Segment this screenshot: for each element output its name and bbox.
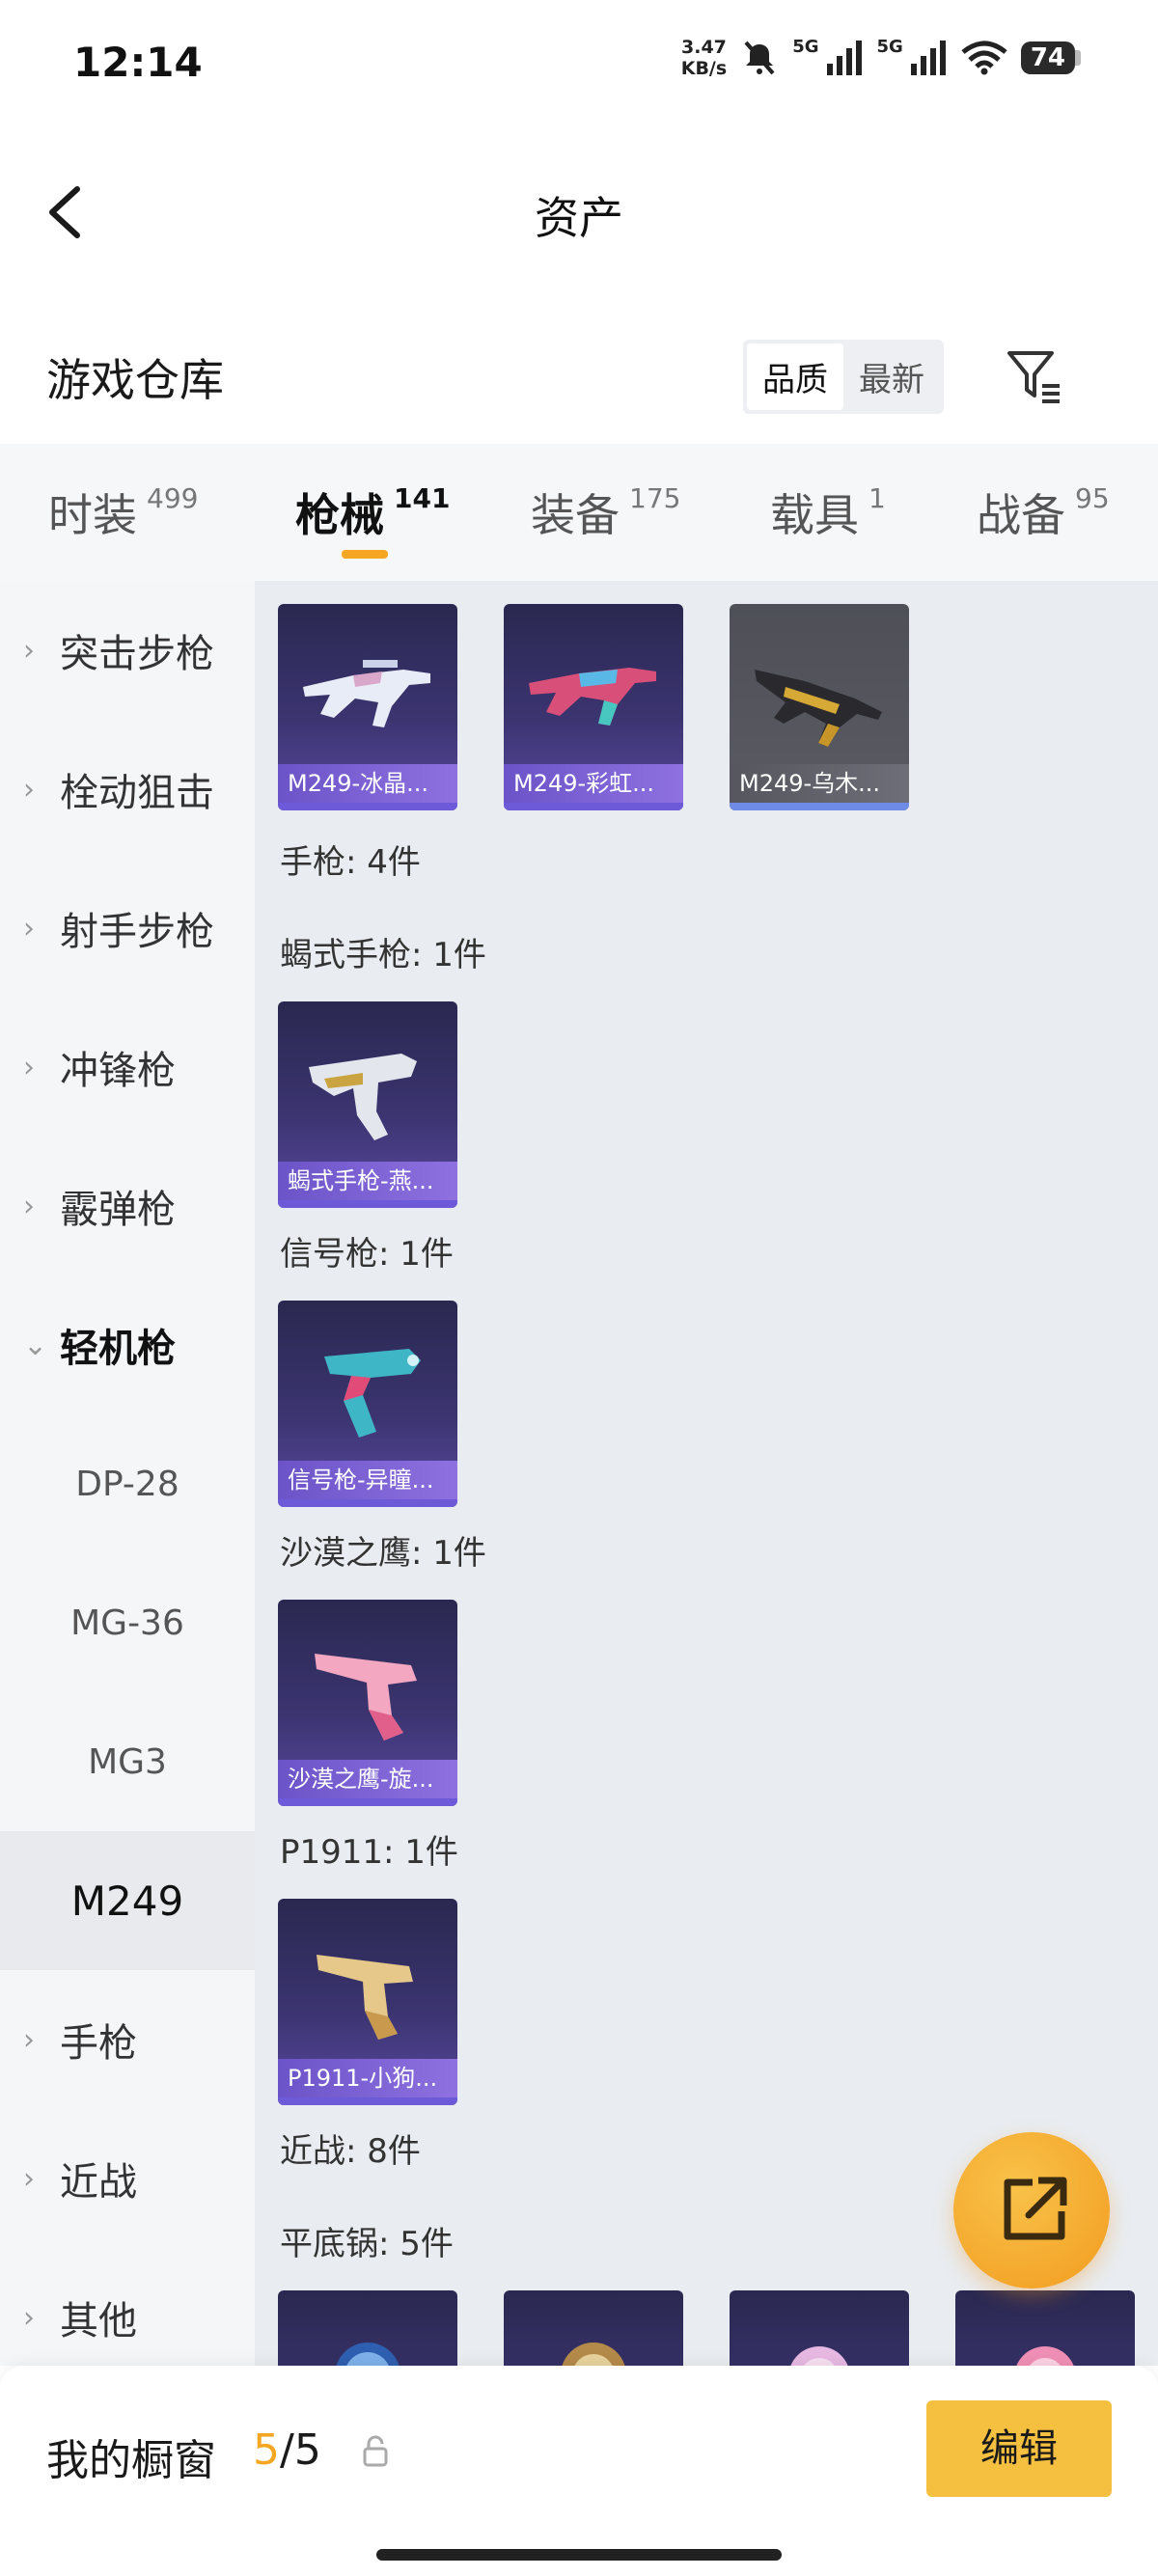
signal-icon — [910, 41, 946, 75]
network-speed: 3.47 KB/s — [680, 37, 728, 79]
pan-icon — [562, 2343, 625, 2366]
status-icons: 3.47 KB/s 5G 5G 74 — [681, 37, 1081, 79]
page-title: 资产 — [535, 192, 623, 244]
pan-icon — [1016, 2346, 1074, 2366]
sort-toggle: 品质 最新 — [743, 340, 944, 414]
rarity-bar — [278, 1798, 457, 1806]
rarity-bar — [278, 803, 457, 810]
pistol-icon — [309, 1054, 417, 1140]
weapon-card[interactable] — [730, 2290, 909, 2366]
chevron-right-icon: › — [23, 772, 35, 807]
chevron-right-icon: › — [23, 633, 35, 668]
sim1-network: 5G — [792, 37, 819, 57]
page-header: 资产 — [0, 135, 1158, 280]
status-time: 12:14 — [73, 39, 203, 86]
tab-equipment[interactable]: 装备 175 — [531, 480, 680, 544]
chevron-right-icon: › — [23, 1050, 35, 1084]
weapon-card[interactable]: 信号枪-异瞳... — [278, 1301, 457, 1507]
warehouse-bar: 游戏仓库 品质 最新 — [0, 318, 1158, 434]
rarity-bar — [278, 1200, 457, 1208]
sidebar-item-shotgun[interactable]: › 霰弹枪 — [0, 1137, 255, 1275]
filter-icon[interactable] — [1004, 345, 1065, 407]
wifi-icon — [961, 41, 1007, 75]
sidebar-item-smg[interactable]: › 冲锋枪 — [0, 998, 255, 1137]
group-label: 平底锅: 5件 — [280, 2225, 454, 2263]
weapon-card[interactable]: M249-彩虹... — [504, 604, 683, 810]
group-label: 沙漠之鹰: 1件 — [280, 1534, 486, 1573]
edit-button[interactable]: 编辑 — [926, 2400, 1112, 2497]
battery-level: 74 — [1020, 41, 1075, 74]
sidebar-item-pistol[interactable]: › 手枪 — [0, 1970, 255, 2109]
rarity-bar — [278, 2097, 457, 2105]
rifle-icon — [529, 668, 656, 726]
pistol-icon — [317, 1955, 413, 2040]
showcase-bar: 我的橱窗 5/5 编辑 — [0, 2366, 1158, 2576]
tab-battle-supplies[interactable]: 战备 95 — [977, 480, 1110, 544]
weapon-list: M249-冰晶... M249-彩虹... M249-乌木... 手枪: 4件 … — [255, 581, 1158, 2366]
pan-icon — [336, 2343, 400, 2366]
showcase-count: 5/5 — [253, 2425, 321, 2475]
external-link-icon — [1004, 2177, 1067, 2240]
sidebar-item-bolt-sniper[interactable]: › 栓动狙击 — [0, 720, 255, 859]
weapon-category-sidebar: › 突击步枪 › 栓动狙击 › 射手步枪 › 冲锋枪 › 霰弹枪 ⌄ 轻机枪 D… — [0, 581, 255, 2366]
chevron-right-icon: › — [23, 2022, 35, 2057]
sidebar-subitem-m249[interactable]: M249 — [0, 1831, 255, 1970]
rarity-bar — [278, 1499, 457, 1507]
tab-vehicles[interactable]: 载具 1 — [770, 480, 886, 544]
rifle-icon — [303, 660, 430, 727]
signal-icon — [826, 41, 862, 75]
lock-icon — [363, 2435, 388, 2467]
warehouse-title: 游戏仓库 — [46, 354, 224, 406]
weapon-card[interactable]: M249-冰晶... — [278, 604, 457, 810]
battery-tip — [1075, 50, 1081, 66]
battery-indicator: 74 — [1020, 41, 1081, 74]
home-indicator[interactable] — [376, 2549, 782, 2561]
weapon-card[interactable]: P1911-小狗... — [278, 1899, 457, 2105]
sidebar-item-lmg[interactable]: ⌄ 轻机枪 — [0, 1275, 255, 1414]
rifle-icon — [755, 670, 882, 747]
sidebar-subitem-dp28[interactable]: DP-28 — [0, 1414, 255, 1553]
chevron-right-icon: › — [23, 911, 35, 945]
status-bar: 12:14 3.47 KB/s 5G 5G 74 — [0, 0, 1158, 135]
weapon-card[interactable]: M249-乌木... — [730, 604, 909, 810]
tab-firearms[interactable]: 枪械 141 — [295, 480, 450, 544]
group-label: 信号枪: 1件 — [280, 1235, 454, 1274]
sort-latest-button[interactable]: 最新 — [843, 343, 940, 410]
mute-icon — [744, 41, 775, 75]
showcase-title: 我的橱窗 — [46, 2436, 216, 2485]
pan-icon — [790, 2346, 848, 2366]
group-label: P1911: 1件 — [280, 1833, 458, 1872]
sidebar-subitem-mg3[interactable]: MG3 — [0, 1692, 255, 1831]
chevron-right-icon: › — [23, 1189, 35, 1223]
flare-gun-icon — [324, 1349, 421, 1438]
category-tabs: 时装 499 枪械 141 装备 175 载具 1 战备 95 — [0, 444, 1158, 581]
pistol-icon — [315, 1654, 417, 1740]
rarity-bar — [504, 803, 683, 810]
chevron-down-icon: ⌄ — [23, 1328, 48, 1362]
sidebar-item-assault-rifle[interactable]: › 突击步枪 — [0, 581, 255, 720]
sidebar-item-melee[interactable]: › 近战 — [0, 2109, 255, 2248]
sort-quality-button[interactable]: 品质 — [747, 343, 843, 410]
tab-fashion[interactable]: 时装 499 — [48, 480, 198, 544]
group-total-melee: 近战: 8件 — [280, 2132, 421, 2171]
weapon-card[interactable] — [955, 2290, 1135, 2366]
chevron-right-icon: › — [23, 2300, 35, 2335]
weapon-card[interactable]: 蝎式手枪-燕... — [278, 1001, 457, 1208]
share-button[interactable] — [953, 2132, 1110, 2288]
weapon-card[interactable] — [278, 2290, 457, 2366]
sim2-network: 5G — [876, 37, 903, 57]
group-label: 蝎式手枪: 1件 — [280, 936, 486, 974]
sidebar-subitem-mg36[interactable]: MG-36 — [0, 1553, 255, 1692]
sidebar-item-marksman-rifle[interactable]: › 射手步枪 — [0, 859, 255, 998]
chevron-right-icon: › — [23, 2161, 35, 2196]
weapon-card[interactable] — [504, 2290, 683, 2366]
active-tab-indicator — [342, 550, 388, 559]
group-total-pistol: 手枪: 4件 — [280, 843, 421, 882]
rarity-bar — [730, 803, 909, 810]
weapon-card[interactable]: 沙漠之鹰-旋... — [278, 1600, 457, 1806]
